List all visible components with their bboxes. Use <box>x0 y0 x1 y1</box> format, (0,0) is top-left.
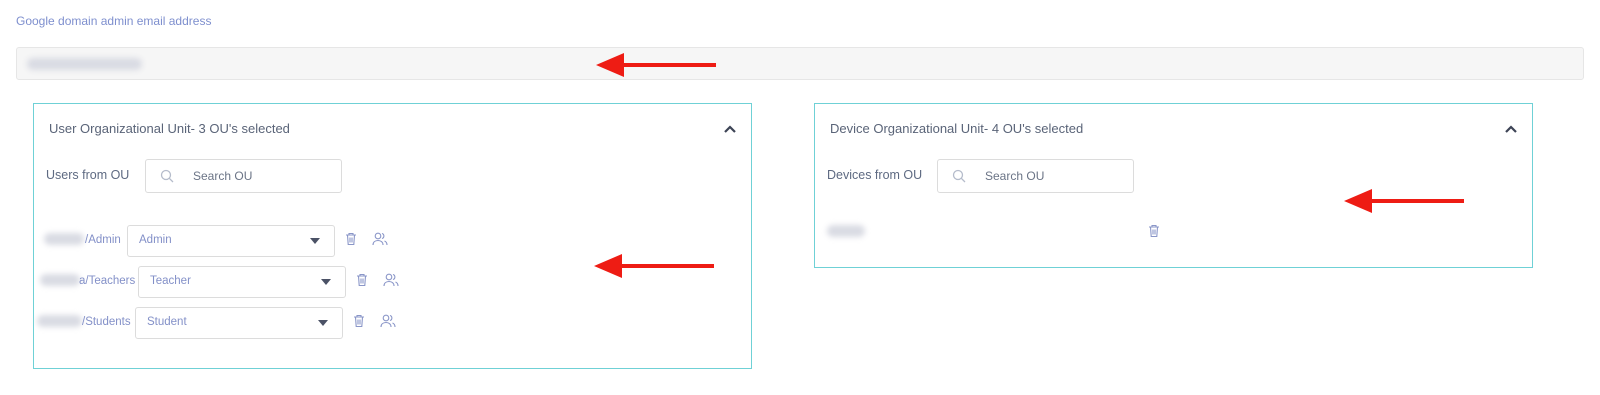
ou-path: a/Teachers <box>79 275 136 287</box>
device-ou-search-input[interactable]: Search OU <box>937 159 1134 193</box>
users-icon[interactable] <box>383 272 399 288</box>
user-ou-search-input[interactable]: Search OU <box>145 159 342 193</box>
role-select-value: Admin <box>139 234 172 246</box>
role-select-teacher[interactable]: Teacher <box>138 266 346 298</box>
redacted-email-value <box>27 58 142 70</box>
trash-icon[interactable] <box>354 272 370 288</box>
device-ou-search-placeholder: Search OU <box>985 169 1045 183</box>
arrow-left-icon <box>596 53 716 77</box>
devices-from-ou-label: Devices from OU <box>827 168 923 182</box>
caret-down-icon <box>310 238 320 244</box>
redacted-ou-prefix <box>37 315 82 327</box>
search-icon <box>160 169 174 183</box>
role-select-value: Student <box>147 316 187 328</box>
trash-icon[interactable] <box>343 231 359 247</box>
caret-down-icon <box>318 320 328 326</box>
redacted-ou-prefix <box>44 233 84 245</box>
user-ou-title: User Organizational Unit- 3 OU's selecte… <box>49 121 290 136</box>
chevron-up-icon[interactable] <box>1504 122 1518 136</box>
role-select-value: Teacher <box>150 275 191 287</box>
ou-path: /Students <box>82 316 131 328</box>
users-icon[interactable] <box>380 313 396 329</box>
chevron-up-icon[interactable] <box>723 122 737 136</box>
arrow-left-icon <box>1344 189 1464 213</box>
email-label: Google domain admin email address <box>16 14 212 28</box>
users-from-ou-label: Users from OU <box>46 168 130 182</box>
trash-icon[interactable] <box>1146 223 1162 239</box>
user-ou-panel: User Organizational Unit- 3 OU's selecte… <box>33 103 752 369</box>
redacted-device-ou <box>827 225 865 237</box>
user-ou-search-placeholder: Search OU <box>193 169 253 183</box>
device-ou-panel: Device Organizational Unit- 4 OU's selec… <box>814 103 1533 268</box>
email-field[interactable] <box>16 47 1584 80</box>
role-select-student[interactable]: Student <box>135 307 343 339</box>
users-icon[interactable] <box>372 231 388 247</box>
redacted-ou-prefix <box>40 274 80 286</box>
device-ou-title: Device Organizational Unit- 4 OU's selec… <box>830 121 1084 136</box>
arrow-left-icon <box>594 254 714 278</box>
ou-path: /Admin <box>85 234 121 246</box>
trash-icon[interactable] <box>351 313 367 329</box>
caret-down-icon <box>321 279 331 285</box>
search-icon <box>952 169 966 183</box>
role-select-admin[interactable]: Admin <box>127 225 335 257</box>
